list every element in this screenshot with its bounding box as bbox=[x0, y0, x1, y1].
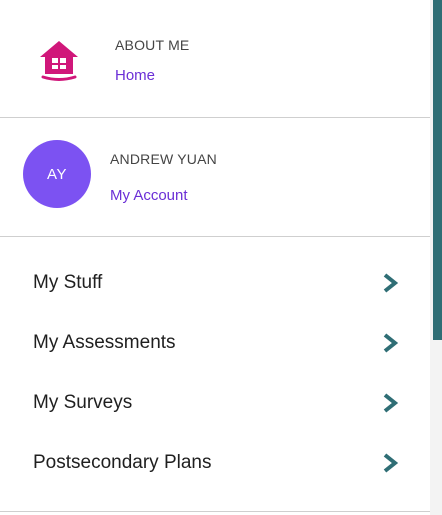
menu-item-label: My Stuff bbox=[33, 272, 103, 293]
menu-item-postsecondary-plans[interactable]: Postsecondary Plans bbox=[0, 433, 430, 493]
divider bbox=[0, 236, 430, 237]
user-name: ANDREW YUAN bbox=[110, 151, 217, 167]
menu-item-label: Postsecondary Plans bbox=[33, 452, 212, 473]
about-me-section: ABOUT ME Home bbox=[0, 0, 430, 118]
menu-item-my-stuff[interactable]: My Stuff bbox=[0, 253, 430, 313]
about-me-heading: ABOUT ME bbox=[115, 37, 190, 53]
menu-item-my-assessments[interactable]: My Assessments bbox=[0, 313, 430, 373]
divider bbox=[0, 117, 430, 118]
home-link[interactable]: Home bbox=[115, 67, 155, 84]
scrollbar-thumb[interactable] bbox=[433, 0, 442, 340]
chevron-right-icon bbox=[383, 333, 398, 353]
menu-item-label: My Surveys bbox=[33, 392, 133, 413]
home-icon bbox=[40, 41, 78, 81]
chevron-right-icon bbox=[383, 393, 398, 413]
chevron-right-icon bbox=[383, 453, 398, 473]
chevron-right-icon bbox=[383, 273, 398, 293]
menu-item-label: My Assessments bbox=[33, 332, 176, 353]
my-account-link[interactable]: My Account bbox=[110, 187, 188, 204]
menu-item-my-surveys[interactable]: My Surveys bbox=[0, 373, 430, 433]
side-menu-panel: ABOUT ME Home AY ANDREW YUAN My Account … bbox=[0, 0, 430, 515]
divider bbox=[0, 511, 430, 512]
avatar: AY bbox=[23, 140, 91, 208]
